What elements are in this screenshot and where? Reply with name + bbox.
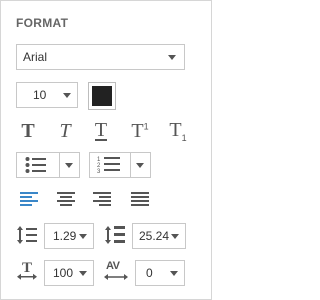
paragraph-spacing-value: 25.24 — [139, 229, 170, 243]
line-spacing-dropdown[interactable]: 1.29 — [44, 223, 94, 249]
align-justify-button[interactable] — [127, 187, 153, 211]
italic-button[interactable]: T — [53, 119, 77, 143]
font-family-value: Arial — [23, 50, 48, 64]
chevron-down-icon — [79, 234, 87, 239]
chevron-down-icon — [63, 93, 71, 98]
superscript-icon: T1 — [131, 119, 149, 142]
character-spacing-value: 0 — [146, 266, 153, 280]
chevron-down-icon — [170, 271, 178, 276]
format-panel: FORMAT Arial 10 T T T T1 T1 1 2 3 1.29 2… — [0, 0, 212, 300]
bullet-list-icon — [25, 157, 46, 173]
character-spacing-icon: AV — [104, 260, 128, 282]
subscript-icon: T1 — [169, 119, 187, 143]
align-center-icon — [57, 192, 75, 206]
paragraph-spacing-dropdown[interactable]: 25.24 — [132, 223, 186, 249]
bold-t-icon: T — [21, 119, 35, 142]
superscript-button[interactable]: T1 — [127, 119, 153, 143]
numbered-list-icon: 1 2 3 — [97, 157, 120, 175]
align-center-button[interactable] — [53, 187, 79, 211]
split-divider — [59, 153, 60, 177]
double-arrow-icon — [104, 274, 128, 280]
paragraph-spacing-icon — [105, 226, 125, 244]
align-right-icon — [93, 192, 111, 206]
align-justify-icon — [131, 192, 149, 206]
character-scale-value: 100 — [53, 266, 74, 280]
align-right-button[interactable] — [89, 187, 115, 211]
chevron-down-icon[interactable] — [136, 163, 144, 168]
color-swatch — [92, 86, 112, 106]
font-size-value: 10 — [33, 88, 47, 102]
underline-t-icon: T — [94, 119, 108, 141]
line-spacing-value: 1.29 — [53, 229, 77, 243]
character-spacing-label: AV — [106, 260, 120, 272]
font-size-dropdown[interactable]: 10 — [16, 82, 78, 108]
subscript-button[interactable]: T1 — [165, 119, 191, 143]
character-spacing-dropdown[interactable]: 0 — [135, 260, 185, 286]
line-spacing-icon — [17, 226, 37, 244]
font-color-button[interactable] — [88, 82, 116, 110]
character-scale-icon: T — [17, 260, 37, 280]
align-left-button[interactable] — [16, 187, 42, 211]
panel-title: FORMAT — [16, 16, 69, 30]
numbered-list-button[interactable]: 1 2 3 — [89, 152, 151, 178]
bullet-list-button[interactable] — [16, 152, 80, 178]
align-left-icon — [20, 192, 38, 206]
chevron-down-icon — [168, 55, 176, 60]
svg-text:3: 3 — [97, 169, 101, 175]
bold-button[interactable]: T — [16, 119, 40, 143]
chevron-down-icon[interactable] — [65, 163, 73, 168]
chevron-down-icon — [171, 234, 179, 239]
underline-button[interactable]: T — [89, 119, 113, 143]
svg-text:T: T — [22, 260, 32, 276]
character-scale-dropdown[interactable]: 100 — [44, 260, 94, 286]
chevron-down-icon — [79, 271, 87, 276]
italic-t-icon: T — [59, 119, 71, 142]
split-divider — [130, 153, 131, 177]
font-family-dropdown[interactable]: Arial — [16, 44, 185, 70]
